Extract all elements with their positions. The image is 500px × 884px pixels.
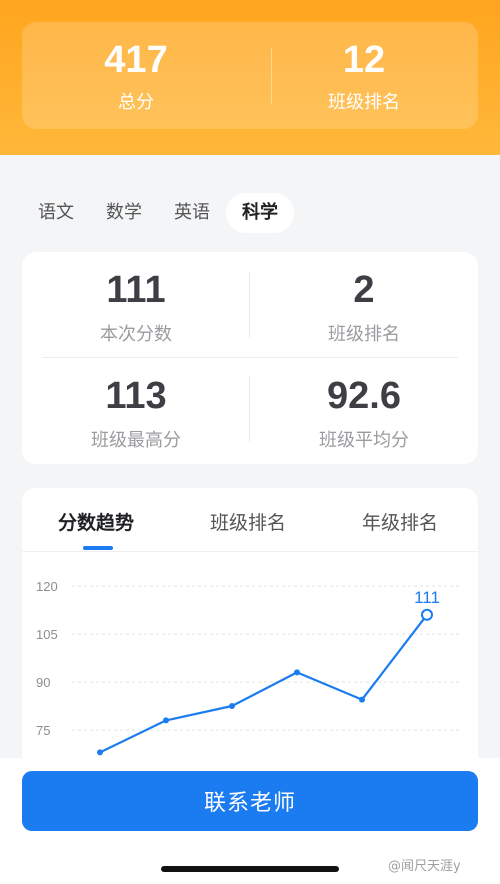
subject-tabs: 语文 数学 英语 科学	[22, 193, 294, 233]
subject-class-rank-label: 班级排名	[328, 324, 400, 345]
data-point[interactable]	[294, 669, 300, 676]
score-summary-header: 417 总分 12 班级排名	[0, 0, 500, 155]
tab-english[interactable]: 英语	[158, 193, 226, 233]
tab-math[interactable]: 数学	[90, 193, 158, 233]
y-tick-label: 75	[36, 723, 50, 738]
summary-divider	[271, 48, 272, 104]
class-max-label: 班级最高分	[91, 430, 181, 451]
total-score-cell: 417 总分	[22, 22, 250, 129]
stats-divider-middle	[42, 357, 458, 358]
data-point[interactable]	[229, 703, 235, 709]
y-tick-label: 120	[36, 579, 58, 594]
home-indicator	[161, 866, 339, 872]
stats-divider-top	[249, 272, 250, 338]
y-tick-label: 105	[36, 627, 58, 642]
tab-chinese[interactable]: 语文	[22, 193, 90, 233]
class-avg-label: 班级平均分	[319, 430, 409, 451]
total-score-label: 总分	[118, 91, 154, 113]
data-point[interactable]	[163, 717, 169, 724]
data-point[interactable]	[359, 696, 365, 703]
y-tick-label: 90	[36, 675, 50, 690]
trend-card: 分数趋势 班级排名 年级排名 120 105 90 75 111	[22, 488, 478, 788]
class-rank-value: 12	[342, 38, 386, 81]
trend-line	[99, 614, 428, 754]
class-max-value: 113	[105, 375, 167, 417]
tab-score-trend[interactable]: 分数趋势	[58, 508, 134, 535]
tab-science[interactable]: 科学	[226, 193, 294, 233]
total-score-value: 417	[104, 38, 168, 81]
contact-teacher-button[interactable]: 联系老师	[22, 771, 478, 831]
data-point[interactable]	[421, 608, 433, 621]
subject-stats-card: 111 本次分数 2 班级排名 113 班级最高分 92.6 班级平均分	[22, 252, 478, 464]
trend-tabs: 分数趋势 班级排名 年级排名	[22, 488, 478, 552]
class-rank-stat: 2 班级排名	[250, 268, 478, 346]
current-score-stat: 111 本次分数	[22, 268, 250, 346]
class-rank-cell: 12 班级排名	[250, 22, 478, 129]
class-avg-value: 92.6	[327, 375, 401, 417]
class-max-stat: 113 班级最高分	[22, 374, 250, 452]
active-tab-indicator	[83, 546, 113, 550]
current-score-value: 111	[106, 269, 166, 311]
class-avg-stat: 92.6 班级平均分	[250, 374, 478, 452]
data-label: 111	[414, 588, 440, 607]
data-point[interactable]	[97, 749, 103, 756]
subject-class-rank-value: 2	[353, 269, 375, 311]
current-score-label: 本次分数	[100, 324, 172, 345]
class-rank-label: 班级排名	[328, 91, 400, 113]
total-score-card: 417 总分 12 班级排名	[22, 22, 478, 129]
tab-class-rank[interactable]: 班级排名	[210, 508, 286, 535]
tab-grade-rank[interactable]: 年级排名	[362, 508, 438, 535]
watermark: @闻尺天涯y	[388, 859, 461, 874]
score-trend-chart: 120 105 90 75 111	[36, 579, 462, 756]
